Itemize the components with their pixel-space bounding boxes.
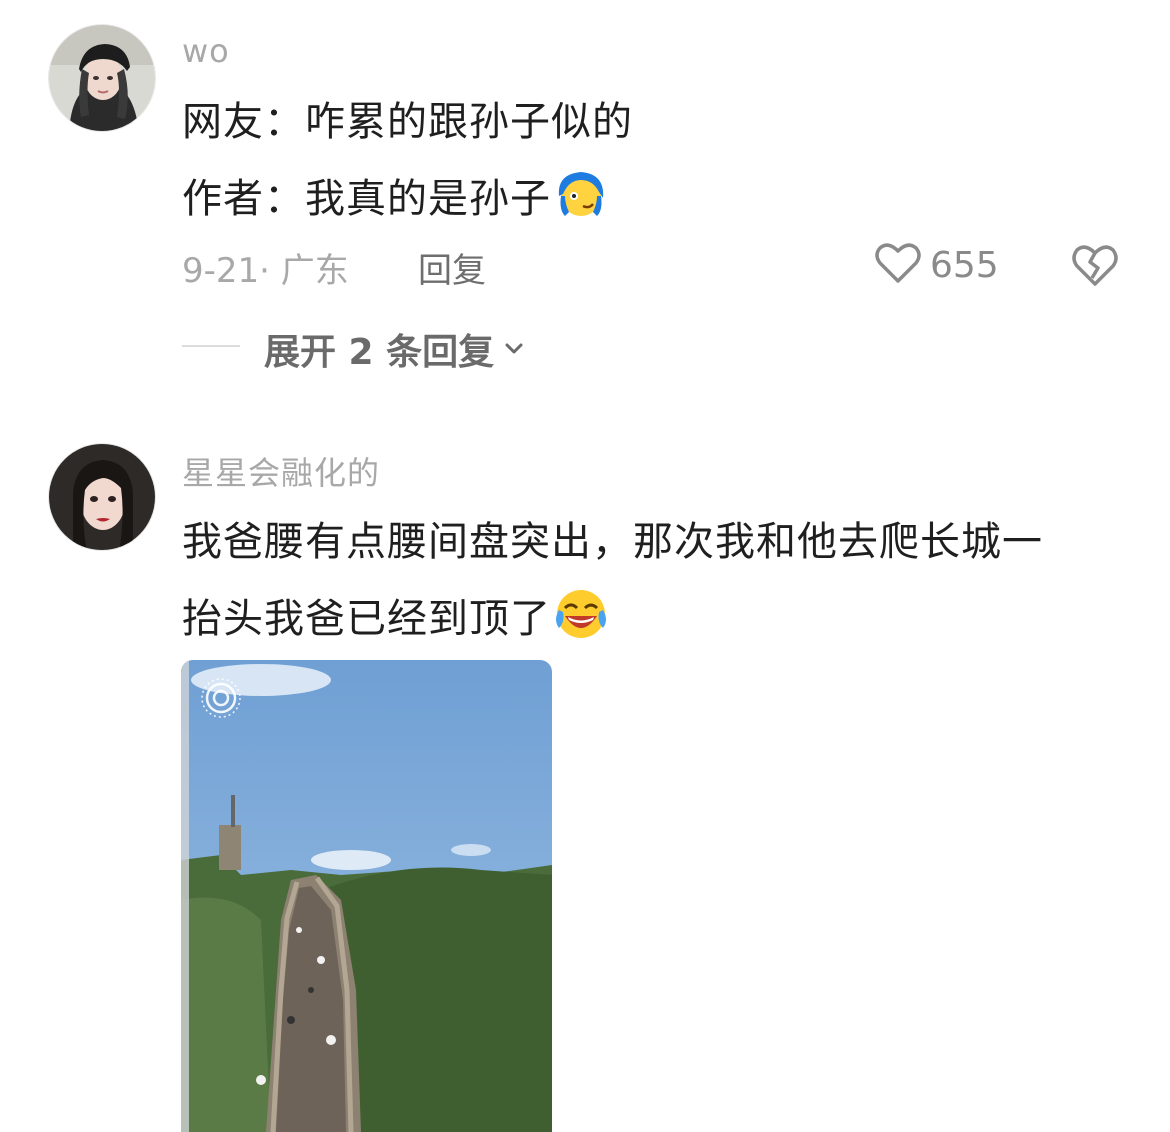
laughing-crying-emoji-icon bbox=[553, 586, 609, 642]
avatar[interactable] bbox=[48, 443, 156, 551]
username[interactable]: 星星会融化的 bbox=[182, 448, 380, 494]
comment-item: 星星会融化的 我爸腰有点腰间盘突出，那次我和他去爬长城一 抬头我爸已经到顶了 bbox=[0, 0, 1170, 1132]
comment-text-line: 抬头我爸已经到顶了 bbox=[182, 586, 609, 645]
comment-text-line: 我爸腰有点腰间盘突出，那次我和他去爬长城一 bbox=[182, 516, 1043, 568]
comment-text: 我爸腰有点腰间盘突出，那次我和他去爬长城一 bbox=[182, 519, 1043, 565]
great-wall-steps-photo[interactable] bbox=[181, 660, 552, 1132]
comment-text: 抬头我爸已经到顶了 bbox=[182, 596, 551, 642]
